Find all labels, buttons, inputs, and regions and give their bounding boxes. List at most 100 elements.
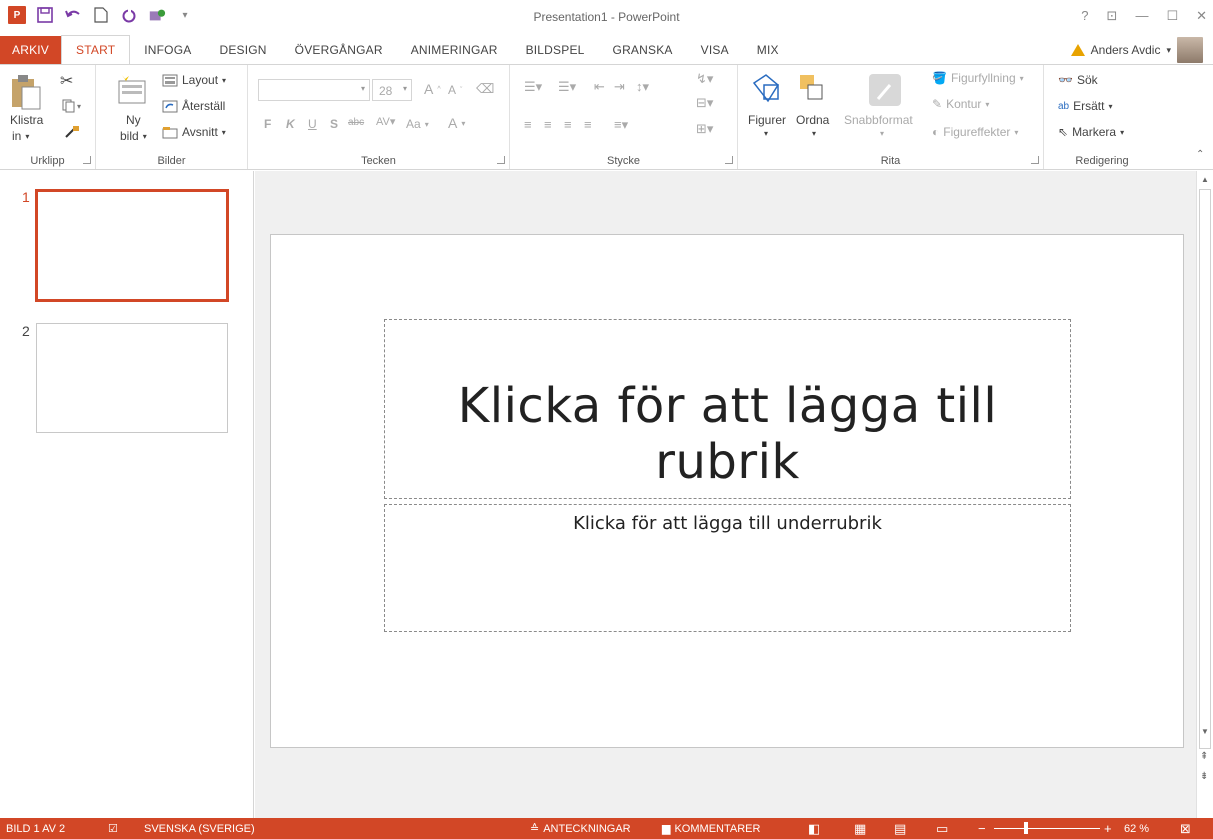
tab-overgangar[interactable]: ÖVERGÅNGAR xyxy=(281,36,397,64)
previous-slide-icon[interactable]: ⇞ xyxy=(1200,751,1208,762)
arrange-button[interactable]: Ordna xyxy=(796,113,829,127)
slide-sorter-icon[interactable]: ▦ xyxy=(854,821,866,837)
help-icon[interactable]: ? xyxy=(1081,8,1088,24)
tab-infoga[interactable]: INFOGA xyxy=(130,36,205,64)
quick-styles-icon[interactable] xyxy=(868,73,902,107)
grow-font-icon[interactable]: A ^ xyxy=(424,81,441,97)
italic-button[interactable]: K xyxy=(286,117,295,131)
reset-button[interactable]: Återställ xyxy=(162,99,225,113)
clipboard-launcher-icon[interactable] xyxy=(83,156,91,164)
scroll-down-icon[interactable]: ▼ xyxy=(1201,727,1209,736)
cut-icon[interactable]: ✂ xyxy=(60,71,73,91)
strikethrough-button[interactable]: abc xyxy=(348,117,364,128)
shape-outline-button[interactable]: ✎ Kontur ▾ xyxy=(932,97,989,111)
tab-mix[interactable]: MIX xyxy=(743,36,793,64)
slide-thumbnail-1[interactable] xyxy=(35,189,229,302)
slideshow-icon[interactable]: ▭ xyxy=(936,821,948,837)
decrease-indent-icon[interactable]: ⇤ xyxy=(594,79,605,95)
increase-indent-icon[interactable]: ⇥ xyxy=(614,79,625,95)
paste-button[interactable] xyxy=(10,73,42,111)
char-spacing-icon[interactable]: AV▾ xyxy=(376,115,395,128)
columns-icon[interactable]: ≡▾ xyxy=(614,117,628,133)
smartart-icon[interactable]: ⊞▾ xyxy=(696,121,713,137)
shape-fill-button[interactable]: 🪣 Figurfyllning ▾ xyxy=(932,71,1024,85)
layout-button[interactable]: Layout ▾ xyxy=(162,73,226,87)
notes-button[interactable]: ≙ ANTECKNINGAR xyxy=(530,822,631,836)
shapes-button[interactable]: Figurer xyxy=(748,113,786,127)
text-direction-icon[interactable]: ↯▾ xyxy=(696,71,713,87)
zoom-slider-track[interactable] xyxy=(994,828,1100,829)
close-icon[interactable]: ✕ xyxy=(1196,8,1207,24)
tab-granska[interactable]: GRANSKA xyxy=(599,36,687,64)
format-painter-icon[interactable] xyxy=(64,125,80,139)
copy-icon[interactable]: ▾ xyxy=(62,99,84,113)
replace-button[interactable]: ab Ersätt ▾ xyxy=(1058,99,1112,113)
zoom-out-icon[interactable]: − xyxy=(978,821,986,836)
subtitle-placeholder[interactable]: Klicka för att lägga till underrubrik xyxy=(384,504,1071,632)
zoom-in-icon[interactable]: + xyxy=(1104,821,1112,836)
font-size-dropdown[interactable]: 28 ▾ xyxy=(372,79,412,101)
warning-icon xyxy=(1070,44,1085,56)
new-slide-more-label[interactable]: bild ▾ xyxy=(120,129,147,143)
tab-bildspel[interactable]: BILDSPEL xyxy=(512,36,599,64)
quick-styles-button[interactable]: Snabbformat xyxy=(844,113,913,127)
account-area[interactable]: Anders Avdic ▾ xyxy=(1070,36,1203,64)
section-button[interactable]: Avsnitt ▾ xyxy=(162,125,226,139)
paste-more-label[interactable]: in ▾ xyxy=(12,129,29,143)
justify-icon[interactable]: ≡ xyxy=(584,117,592,132)
font-color-icon[interactable]: A ▾ xyxy=(448,115,465,131)
shape-effects-button[interactable]: ◐ Figureffekter ▾ xyxy=(932,125,1018,139)
paragraph-launcher-icon[interactable] xyxy=(725,156,733,164)
normal-view-icon[interactable]: ◧ xyxy=(808,821,820,837)
vertical-scrollbar[interactable]: ▲ ▼ ⇞ ⇟ xyxy=(1196,171,1213,818)
maximize-icon[interactable]: ☐ xyxy=(1166,8,1178,24)
reading-view-icon[interactable]: ▤ xyxy=(894,821,906,837)
align-left-icon[interactable]: ≡ xyxy=(524,117,532,132)
title-placeholder-text: Klicka för att lägga till rubrik xyxy=(457,378,998,490)
zoom-slider-thumb[interactable] xyxy=(1024,822,1028,834)
shrink-font-icon[interactable]: Aˇ xyxy=(448,83,462,97)
bold-button[interactable]: F xyxy=(264,117,271,131)
tab-animeringar[interactable]: ANIMERINGAR xyxy=(397,36,512,64)
zoom-level[interactable]: 62 % xyxy=(1124,823,1149,835)
slide-canvas[interactable]: Klicka för att lägga till rubrik Klicka … xyxy=(270,234,1184,748)
group-label-font: Tecken xyxy=(361,155,396,167)
align-center-icon[interactable]: ≡ xyxy=(544,117,552,132)
ribbon-display-icon[interactable]: ⊡ xyxy=(1107,8,1118,24)
comments-button[interactable]: ▆ KOMMENTARER xyxy=(662,822,760,836)
collapse-ribbon-icon[interactable]: ⌃ xyxy=(1196,149,1204,160)
scroll-up-icon[interactable]: ▲ xyxy=(1201,175,1209,184)
group-label-paragraph: Stycke xyxy=(606,155,640,167)
font-name-dropdown[interactable]: ▾ xyxy=(258,79,370,101)
language-indicator[interactable]: SVENSKA (SVERIGE) xyxy=(144,823,255,835)
slide-number: 2 xyxy=(22,323,30,339)
title-placeholder[interactable]: Klicka för att lägga till rubrik xyxy=(384,319,1071,499)
numbering-icon[interactable]: ☰▾ xyxy=(558,79,576,95)
shapes-icon[interactable] xyxy=(750,71,784,107)
minimize-icon[interactable]: — xyxy=(1135,8,1148,24)
align-text-icon[interactable]: ⊟▾ xyxy=(696,95,713,111)
change-case-button[interactable]: Aa ▾ xyxy=(406,117,429,131)
ribbon-tabs: ARKIV START INFOGA DESIGN ÖVERGÅNGAR ANI… xyxy=(0,35,1213,64)
font-launcher-icon[interactable] xyxy=(497,156,505,164)
clear-formatting-icon[interactable]: ⌫ xyxy=(476,81,494,97)
fit-to-window-icon[interactable]: ⊠ xyxy=(1180,821,1191,837)
next-slide-icon[interactable]: ⇟ xyxy=(1200,771,1208,782)
select-button[interactable]: ⇖ Markera ▾ xyxy=(1058,125,1124,139)
find-button[interactable]: 👓 Sök xyxy=(1058,73,1098,87)
spellcheck-icon[interactable]: ☑ xyxy=(108,822,118,835)
new-slide-button[interactable] xyxy=(116,73,148,107)
line-spacing-icon[interactable]: ↕▾ xyxy=(636,79,649,95)
drawing-launcher-icon[interactable] xyxy=(1031,156,1039,164)
shadow-button[interactable]: S xyxy=(330,117,338,131)
scrollbar-thumb[interactable] xyxy=(1199,189,1211,749)
arrange-icon[interactable] xyxy=(798,73,826,103)
tab-design[interactable]: DESIGN xyxy=(205,36,280,64)
tab-arkiv[interactable]: ARKIV xyxy=(0,36,62,64)
slide-thumbnail-2[interactable] xyxy=(36,323,228,433)
tab-visa[interactable]: VISA xyxy=(687,36,743,64)
bullets-icon[interactable]: ☰▾ xyxy=(524,79,542,95)
underline-button[interactable]: U xyxy=(308,117,317,131)
align-right-icon[interactable]: ≡ xyxy=(564,117,572,132)
tab-start[interactable]: START xyxy=(61,35,131,64)
